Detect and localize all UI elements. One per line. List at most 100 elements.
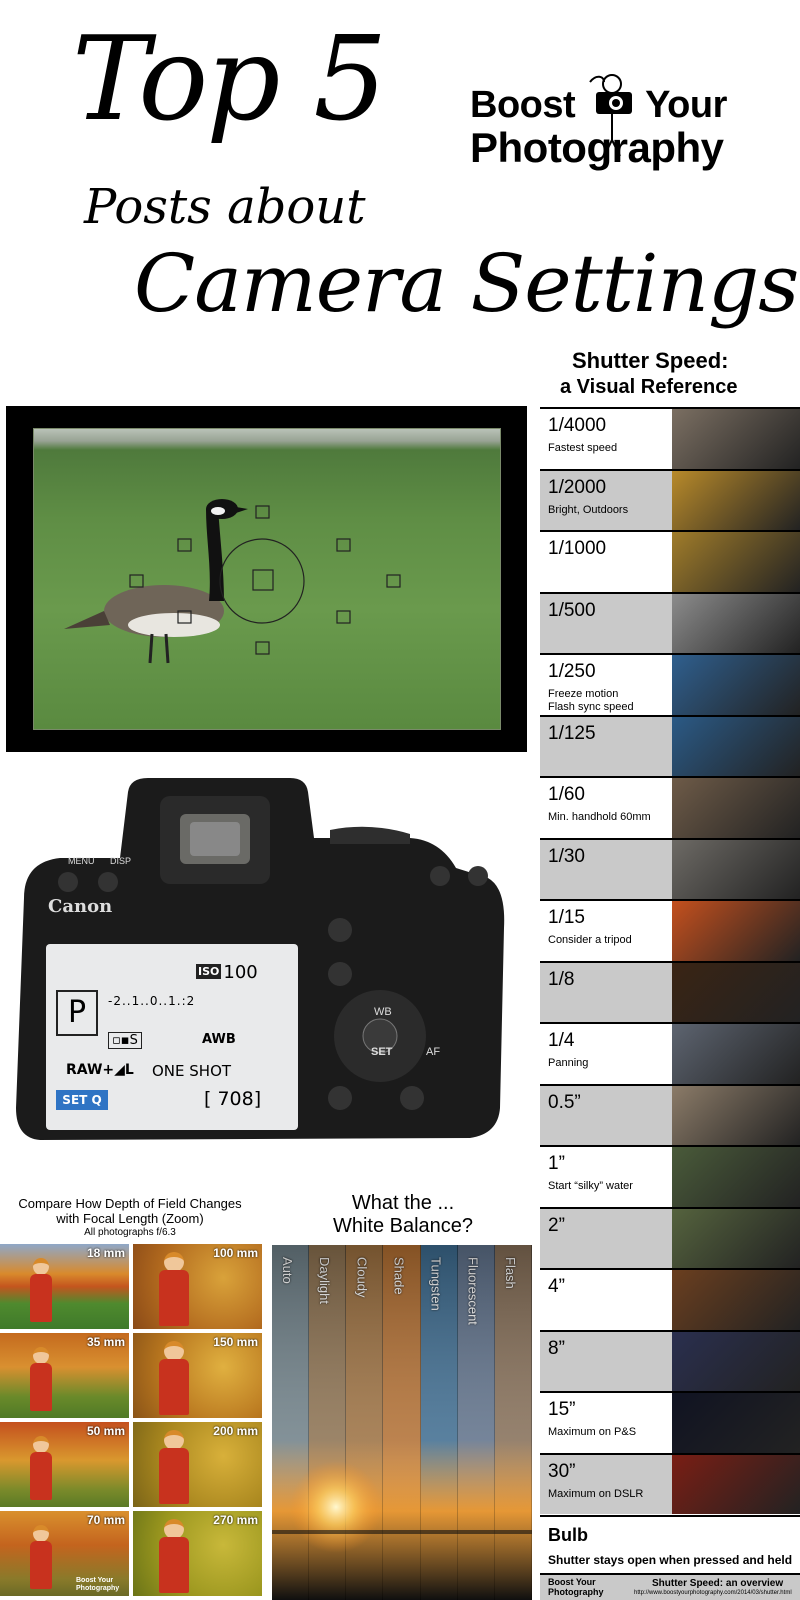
focal-length-label: 150 mm — [213, 1335, 258, 1349]
wb-strip-label: Tungsten — [428, 1257, 444, 1311]
dof-photo: 35 mm — [0, 1333, 129, 1418]
shutter-speed-row: 2” — [540, 1206, 672, 1268]
shutter-example-photo — [672, 1452, 800, 1514]
shutter-speed-row: 1/125 — [540, 714, 672, 776]
shutter-speed-row: 1/15 Consider a tripod — [540, 899, 672, 961]
shutter-example-photo — [672, 714, 800, 776]
wb-strip: Tungsten — [420, 1245, 458, 1600]
shutter-speed-row: 1/1000 — [540, 530, 672, 592]
shutter-speed-row: 1/500 — [540, 591, 672, 653]
shutter-speed-list[interactable]: 1/4000 Fastest speed 1/2000 Bright, Outdoor… — [540, 407, 800, 1515]
wb-button-label: WB — [374, 1006, 392, 1018]
shutter-speed-value: 0.5” — [548, 1091, 581, 1113]
bulb-label: Bulb — [548, 1525, 588, 1545]
photographer-icon — [589, 74, 632, 157]
shutter-speed-value: 1/250 — [548, 661, 596, 682]
wb-strip: Fluorescent — [457, 1245, 495, 1600]
wb-strip: Auto — [272, 1245, 310, 1600]
shutter-example-photo — [672, 468, 800, 530]
shutter-speed-row: 8” — [540, 1329, 672, 1391]
shutter-example-photo — [672, 837, 800, 899]
dof-watermark: Boost Your Photography — [76, 1577, 120, 1592]
shots-remaining: [ 708] — [204, 1088, 262, 1110]
shutter-example-photo — [672, 591, 800, 653]
footer-url[interactable]: http://www.boostyourphotography.com/2014… — [634, 1590, 792, 1596]
exposure-scale: -2..1..0..1.:2 — [108, 994, 196, 1008]
focal-length-label: 270 mm — [213, 1513, 258, 1527]
shutter-footer: Boost Your Photography Shutter Speed: an … — [540, 1573, 800, 1600]
shutter-speed-value: 1/8 — [548, 968, 575, 990]
shutter-example-photo — [672, 776, 800, 838]
shutter-speed-note: Maximum on P&S — [548, 1426, 637, 1438]
page-subtitle: Posts about — [84, 179, 366, 235]
shutter-speed-note: Fastest speed — [548, 442, 618, 454]
shutter-speed-row: 1/30 — [540, 837, 672, 899]
white-balance-comparison[interactable]: Auto Daylight Cloudy Shade Tungsten Fluoresce… — [272, 1245, 532, 1600]
dof-photo: 200 mm — [133, 1422, 262, 1507]
focal-length-label: 18 mm — [86, 1246, 125, 1260]
focal-length-label: 200 mm — [213, 1424, 258, 1438]
shutter-speed-value: 15” — [548, 1399, 576, 1420]
dof-title: Compare How Depth of Field Changes with … — [18, 1196, 242, 1226]
shutter-speed-row: 1/250 Freeze motion Flash sync speed — [540, 653, 672, 715]
shutter-speed-row: 1/60 Min. handhold 60mm — [540, 776, 672, 838]
awb-indicator: AWB — [202, 1032, 236, 1047]
shutter-speed-value: 1/30 — [548, 845, 585, 867]
shutter-example-photo — [672, 653, 800, 715]
bulb-note: Shutter stays open when pressed and held — [548, 1553, 793, 1567]
shooting-mode: P — [56, 990, 98, 1036]
wb-strip: Shade — [383, 1245, 421, 1600]
shutter-speed-row: 1/4 Panning — [540, 1022, 672, 1084]
shutter-speed-value: 1/500 — [548, 599, 596, 621]
wb-strip: Cloudy — [346, 1245, 384, 1600]
wb-strip-label: Daylight — [317, 1257, 333, 1304]
wb-strip: Daylight — [309, 1245, 347, 1600]
disp-button-label: DISP — [110, 856, 132, 866]
dof-photo: 18 mm — [0, 1244, 129, 1329]
wb-strip-label: Flash — [502, 1257, 518, 1289]
dof-photo: 150 mm — [133, 1333, 262, 1418]
shutter-example-photo — [672, 530, 800, 592]
iso-label: ISO — [196, 964, 222, 979]
af-button-label: AF — [426, 1046, 441, 1058]
image-quality: RAW+◢L — [66, 1062, 134, 1078]
focal-length-label: 100 mm — [213, 1246, 258, 1260]
af-overlay — [64, 499, 401, 664]
shutter-speed-value: 1/4 — [548, 1030, 575, 1051]
white-balance-title: What the ... White Balance? — [332, 1192, 474, 1237]
autofocus-points-photo[interactable] — [6, 406, 527, 752]
wb-strip-label: Auto — [280, 1257, 295, 1284]
shutter-speed-row: 1/2000 Bright, Outdoors — [540, 468, 672, 530]
dof-photo-grid[interactable]: 18 mm 100 mm 35 mm 150 mm 50 mm 200 mm 7… — [0, 1244, 262, 1600]
shutter-example-photo — [672, 899, 800, 961]
page-title: Top 5 — [72, 12, 387, 147]
lcd-screen: ISO 100 P -2..1..0..1.:2 ▫▪S AWB RAW+◢L O… — [46, 944, 298, 1130]
shutter-speed-row: 1/4000 Fastest speed — [540, 407, 672, 469]
iso-value: 100 — [223, 962, 258, 983]
shutter-speed-value: 4” — [548, 1276, 565, 1297]
set-button-label: SET — [371, 1046, 393, 1058]
focal-length-label: 50 mm — [86, 1424, 125, 1438]
af-mode: ONE SHOT — [152, 1062, 232, 1080]
menu-button-label: MENU — [68, 856, 95, 866]
shutter-speed-row: 1/8 — [540, 960, 672, 1022]
wb-strip: Flash — [494, 1245, 532, 1600]
shutter-example-photo — [672, 1206, 800, 1268]
canon-logo: Canon — [48, 896, 113, 917]
shutter-speed-title: Shutter Speed: a Visual Reference — [560, 348, 738, 398]
shutter-example-photo — [672, 1145, 800, 1207]
shutter-speed-note: Bright, Outdoors — [548, 503, 629, 516]
camera-back[interactable]: MENU DISP Canon WB SET AF ISO 100 P -2..1… — [10, 778, 510, 1150]
logo-word-boost: Boost — [470, 84, 576, 126]
shutter-example-photo — [672, 1022, 800, 1084]
brand-logo[interactable]: Boost Your Photography — [470, 70, 770, 180]
shutter-speed-value: 30” — [548, 1460, 576, 1482]
goose-photo — [33, 428, 501, 730]
shutter-speed-note: Panning — [548, 1057, 589, 1069]
dof-photo: 270 mm — [133, 1511, 262, 1596]
shutter-speed-note: Consider a tripod — [548, 934, 632, 946]
iso-readout: ISO 100 — [196, 962, 258, 983]
shutter-speed-note: Maximum on DSLR — [548, 1487, 644, 1500]
bulb-row: Bulb Shutter stays open when pressed and… — [540, 1515, 800, 1573]
shutter-speed-note: Start “silky” water — [548, 1180, 633, 1192]
